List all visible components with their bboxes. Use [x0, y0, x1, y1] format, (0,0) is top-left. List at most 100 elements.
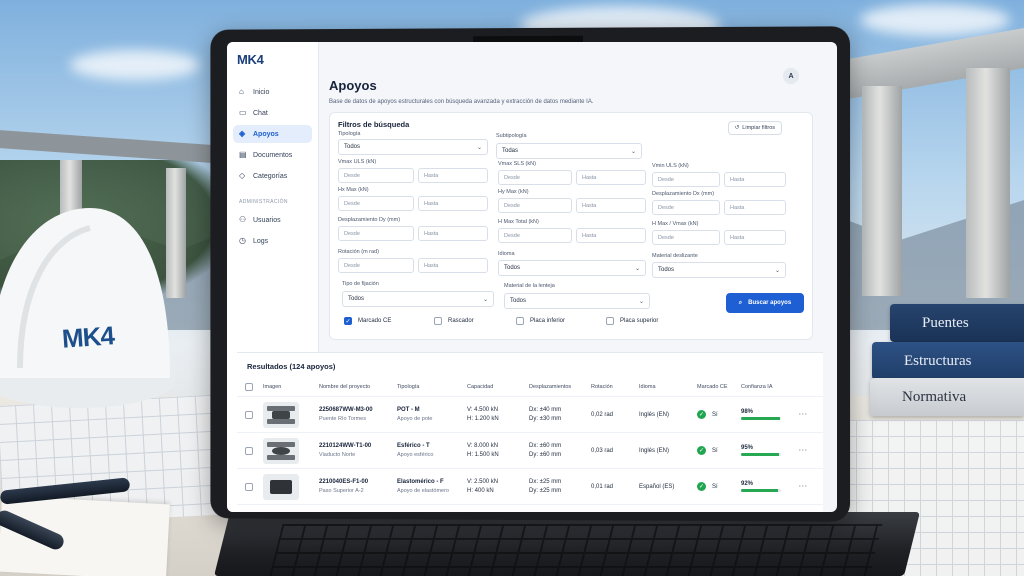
check-label: Marcado CE: [358, 318, 392, 324]
search-button-label: Buscar apoyos: [748, 300, 792, 306]
project-cell: 2210040ES-F1-00 Paso Superior A-2: [319, 479, 397, 494]
bearing-thumbnail[interactable]: [263, 401, 299, 428]
thumbnail-plate: [267, 454, 295, 460]
column-header[interactable]: Nombre del proyecto: [319, 384, 397, 390]
hy-max-hasta-input[interactable]: Hasta: [576, 198, 646, 213]
more-options-icon[interactable]: ···: [799, 448, 817, 454]
vmax-sls-hasta-input[interactable]: Hasta: [576, 170, 646, 185]
vmin-uls-desde-input[interactable]: Desde: [652, 172, 720, 187]
column-header[interactable]: Confianza IA: [741, 384, 799, 390]
chevron-down-icon: ⌄: [774, 267, 780, 274]
app-logo[interactable]: MK4: [237, 52, 312, 67]
project-code[interactable]: 2250687WW-M3-00: [319, 407, 397, 413]
displacement-cell: Dx: ±40 mm Dy: ±30 mm: [529, 407, 591, 422]
desp-dx-desde-input[interactable]: Desde: [652, 200, 720, 215]
results-title: Resultados (124 apoyos): [247, 362, 336, 371]
sidebar-item-categorias[interactable]: ◇ Categorías: [233, 167, 312, 185]
project-name: Paso Superior A-2: [319, 488, 364, 494]
desp-dy-desde-input[interactable]: Desde: [338, 226, 414, 241]
tipo-fijacion-select[interactable]: Todos ⌄: [342, 291, 494, 307]
more-options-icon[interactable]: ···: [799, 412, 817, 418]
more-options-icon[interactable]: ···: [799, 484, 817, 490]
hy-max-desde-input[interactable]: Desde: [498, 198, 572, 213]
table-row[interactable]: 2250687WW-M3-00 Puente Río Tormes POT - …: [237, 397, 823, 433]
material-lenteja-select[interactable]: Todos ⌄: [504, 293, 650, 309]
table-row[interactable]: 2210040ES-F1-00 Paso Superior A-2 Elasto…: [237, 469, 823, 505]
filters-panel: Filtros de búsqueda ↺ Limpiar filtros Ti…: [329, 112, 813, 340]
column-header[interactable]: Marcado CE: [697, 384, 741, 390]
sidebar-item-chat[interactable]: ▭ Chat: [233, 104, 312, 122]
rotacion-desde-input[interactable]: Desde: [338, 258, 414, 273]
h-max-total-desde-input[interactable]: Desde: [498, 228, 572, 243]
rotacion-hasta-input[interactable]: Hasta: [418, 258, 488, 273]
project-name: Puente Río Tormes: [319, 416, 366, 422]
confidence-value: 98%: [741, 409, 754, 415]
displacement-cell: Dx: ±60 mm Dy: ±60 mm: [529, 443, 591, 458]
material-deslizante-value: Todos: [658, 267, 675, 273]
vmax-uls-hasta-input[interactable]: Hasta: [418, 168, 488, 183]
clear-filters-label: Limpiar filtros: [742, 125, 775, 131]
h-max-vmax-hasta-input[interactable]: Hasta: [724, 230, 786, 245]
row-checkbox[interactable]: [245, 482, 253, 491]
row-checkbox[interactable]: [245, 446, 253, 455]
column-header[interactable]: Desplazamientos: [529, 384, 591, 390]
app-screen: MK4 ⌂ Inicio ▭ Chat ◈ Apoyos ▤ Documento…: [227, 42, 837, 512]
type-name: POT - M: [397, 407, 420, 413]
project-code[interactable]: 2210124WW-T1-00: [319, 443, 397, 449]
language-value: Inglés (EN): [639, 411, 670, 418]
sidebar-item-apoyos[interactable]: ◈ Apoyos: [233, 125, 312, 143]
vmin-uls-hasta-input[interactable]: Hasta: [724, 172, 786, 187]
project-code[interactable]: 2210040ES-F1-00: [319, 479, 397, 485]
sidebar-item-inicio[interactable]: ⌂ Inicio: [233, 83, 312, 101]
results-table-header: Imagen Nombre del proyecto Tipología Cap…: [237, 377, 823, 397]
sidebar-item-usuarios[interactable]: ⚇ Usuarios: [233, 211, 312, 229]
vmax-sls-desde-input[interactable]: Desde: [498, 170, 572, 185]
hx-max-label: Hx Max (kN): [338, 187, 369, 193]
rotation-value: 0,02 rad: [591, 411, 614, 418]
h-max-vmax-desde-input[interactable]: Desde: [652, 230, 720, 245]
page-title: Apoyos: [329, 78, 377, 93]
check-marcado-ce[interactable]: ✓ Marcado CE: [344, 317, 391, 325]
sidebar-item-documentos[interactable]: ▤ Documentos: [233, 146, 312, 164]
subtipologia-value: Todas: [502, 148, 519, 154]
user-avatar[interactable]: A: [783, 68, 799, 84]
row-checkbox[interactable]: [245, 410, 253, 419]
checkbox-icon: [434, 317, 442, 325]
clear-filters-button[interactable]: ↺ Limpiar filtros: [727, 121, 782, 135]
capacity-v: V: 8.000 kN: [467, 443, 499, 449]
ce-status: ✓ Sí: [697, 482, 741, 491]
check-placa-inferior[interactable]: Placa inferior: [516, 317, 565, 325]
bearing-thumbnail[interactable]: [263, 437, 299, 464]
column-header[interactable]: Tipología: [397, 384, 467, 390]
check-placa-superior[interactable]: Placa superior: [606, 317, 658, 325]
check-label: Rascador: [448, 318, 474, 324]
support-icon: ◈: [239, 129, 246, 138]
subtipologia-select[interactable]: Todas ⌄: [496, 143, 642, 159]
tag-icon: ◇: [239, 171, 246, 180]
tipologia-select[interactable]: Todos ⌄: [338, 139, 488, 155]
h-max-total-hasta-input[interactable]: Hasta: [576, 228, 646, 243]
hx-max-desde-input[interactable]: Desde: [338, 196, 414, 211]
vmax-uls-desde-input[interactable]: Desde: [338, 168, 414, 183]
h-max-vmax-label: H Max / Vmax (kN): [652, 221, 699, 227]
hx-max-hasta-input[interactable]: Hasta: [418, 196, 488, 211]
bridge-pillar: [966, 68, 1010, 298]
check-rascador[interactable]: Rascador: [434, 317, 474, 325]
search-button[interactable]: ⌕ Buscar apoyos: [726, 293, 804, 313]
check-label: Placa inferior: [530, 318, 566, 324]
column-header[interactable]: Capacidad: [467, 384, 529, 390]
cloud: [860, 4, 1010, 36]
bearing-thumbnail[interactable]: [263, 473, 299, 500]
column-header[interactable]: Rotación: [591, 384, 639, 390]
desp-dy-hasta-input[interactable]: Hasta: [418, 226, 488, 241]
thumbnail-core: [270, 479, 292, 494]
material-deslizante-select[interactable]: Todos ⌄: [652, 262, 786, 278]
column-header[interactable]: Idioma: [639, 384, 697, 390]
book-estructuras: Estructuras: [872, 342, 1024, 380]
desp-dx-hasta-input[interactable]: Hasta: [724, 200, 786, 215]
hy-max-label: Hy Max (kN): [498, 189, 529, 195]
sidebar-item-logs[interactable]: ◷ Logs: [233, 232, 312, 250]
idioma-select[interactable]: Todos ⌄: [498, 260, 646, 276]
select-all-checkbox[interactable]: [245, 382, 253, 391]
table-row[interactable]: 2210124WW-T1-00 Viaducto Norte Esférico …: [237, 433, 823, 469]
